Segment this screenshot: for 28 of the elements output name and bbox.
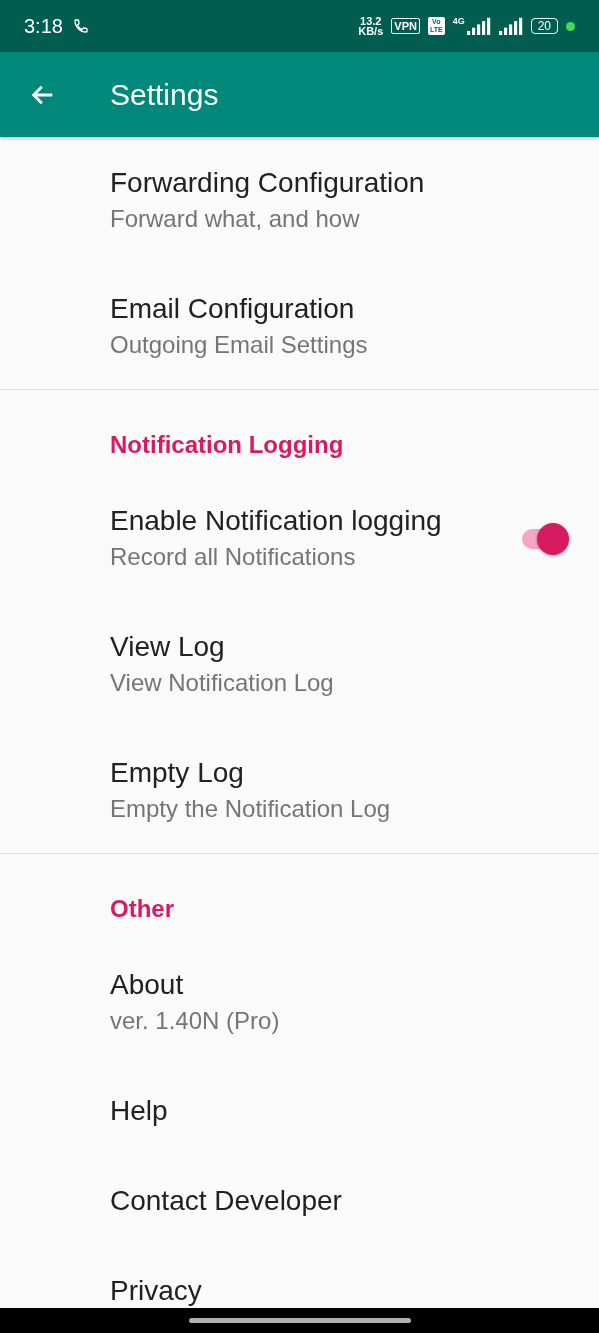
signal-icon (498, 17, 523, 35)
setting-summary: Outgoing Email Settings (110, 330, 369, 360)
setting-summary: Forward what, and how (110, 204, 361, 234)
setting-title[interactable]: Privacy (110, 1273, 575, 1308)
section-header: Notification Logging (109, 430, 345, 460)
network-speed: 13.2 (360, 16, 382, 26)
status-dot (566, 21, 575, 31)
setting-title[interactable]: Contact Developer (110, 1183, 575, 1219)
setting-summary: ver. 1.40N (Pro) (110, 1006, 281, 1036)
setting-title[interactable]: View Log (110, 629, 575, 665)
setting-title[interactable]: Forwarding Configuration (110, 165, 575, 201)
setting-title[interactable]: Empty Log (110, 755, 575, 791)
phone-icon (72, 18, 89, 34)
setting-summary: Empty the Notification Log (110, 794, 392, 824)
setting-title[interactable]: Email Configuration (110, 291, 575, 327)
speed-unit: KB/s (358, 26, 384, 36)
section-header: Other (109, 894, 175, 924)
screen-title: Settings (110, 77, 219, 112)
setting-summary: Record all Notifications (110, 542, 357, 572)
setting-title[interactable]: About (110, 967, 575, 1003)
setting-summary: View Notification Log (110, 668, 335, 698)
battery-indicator: 20 (530, 18, 558, 34)
vpn-indicator: VPN (391, 18, 420, 34)
status-time: 3:18 (24, 14, 63, 38)
setting-title[interactable]: Enable Notification logging (110, 503, 517, 539)
signal-icon (466, 17, 491, 35)
setting-title[interactable]: Help (110, 1093, 575, 1129)
network-type: 4G (452, 16, 465, 26)
